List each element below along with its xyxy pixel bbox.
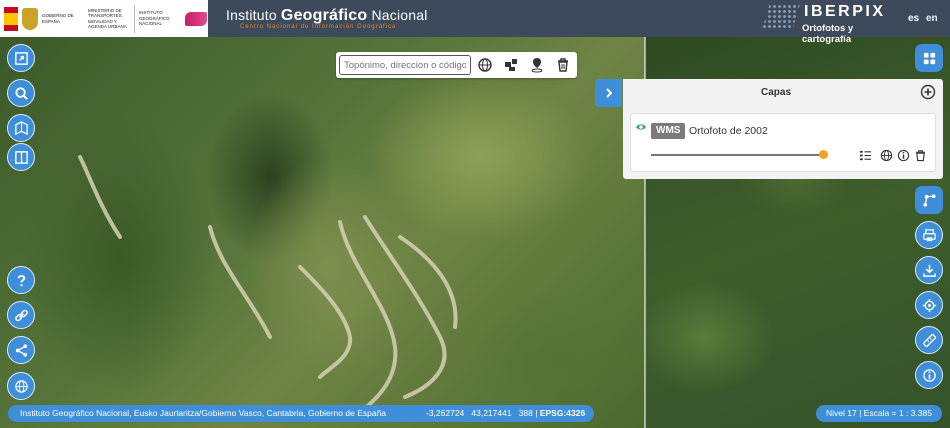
cadastre-icon[interactable] (503, 57, 519, 73)
locate-button[interactable] (915, 291, 943, 319)
layer-info-icon[interactable] (897, 149, 910, 162)
coord-sep: | (535, 408, 538, 418)
iberpix-logo[interactable]: IBERPIX Ortofotos y cartografía (762, 2, 897, 45)
route-button[interactable] (915, 186, 943, 214)
scale-indicator: Nivel 17 | Escala = 1 : 3.385 (816, 405, 942, 422)
coord-epsg[interactable]: EPSG:4326 (540, 408, 585, 418)
ign-logo-icon (185, 11, 207, 26)
chevron-right-icon (605, 88, 612, 98)
legend-icon[interactable] (859, 149, 872, 162)
ign-title-pre: Instituto (226, 7, 281, 23)
search-toolbar (336, 52, 577, 78)
search-icon (14, 86, 28, 100)
layer-type-badge: WMS (651, 123, 686, 139)
ign-title[interactable]: Instituto Geográfico Nacional (226, 7, 428, 25)
coord-alt: 388 (518, 408, 533, 418)
layer-name: Ortofoto de 2002 (689, 125, 768, 137)
attribution-bar: Instituto Geográfico Nacional, Eusko Jau… (8, 405, 594, 422)
coordinates-pin-icon[interactable] (529, 57, 545, 73)
trash-icon[interactable] (555, 57, 571, 73)
share-button[interactable] (7, 336, 35, 364)
share-icon (15, 343, 27, 357)
opacity-slider[interactable] (651, 154, 823, 156)
locate-icon (922, 298, 936, 312)
ministry-label: Ministerio de Transportes, Movilidad y A… (88, 7, 127, 30)
map-book-button[interactable] (7, 114, 35, 142)
ign-title-post: Nacional (367, 7, 428, 23)
add-layer-icon[interactable] (920, 84, 936, 100)
link-button[interactable] (7, 301, 35, 329)
logo-separator (134, 4, 135, 33)
route-icon (922, 193, 936, 207)
app-header: Gobierno de España Ministerio de Transpo… (0, 0, 950, 45)
print-icon (922, 228, 936, 241)
split-view-icon (14, 150, 28, 164)
print-button[interactable] (915, 221, 943, 249)
ign-subtitle: Centro Nacional de Información Geográfic… (240, 24, 397, 30)
layer-delete-icon[interactable] (914, 149, 927, 162)
apps-grid-icon (923, 52, 935, 64)
help-icon (17, 274, 25, 286)
globe-button[interactable] (7, 372, 35, 400)
gov-label: Gobierno de España (42, 13, 74, 24)
attribution-text: Instituto Geográfico Nacional, Eusko Jau… (20, 408, 387, 418)
app-tagline: Ortofotos y cartografía (802, 23, 854, 45)
spain-crest-icon (22, 7, 38, 30)
info-button[interactable] (915, 361, 943, 389)
search-button[interactable] (7, 79, 35, 107)
cursor-coordinates: -3,262724 43,217441 388 | EPSG:4326 (426, 405, 585, 422)
split-view-button[interactable] (7, 143, 35, 171)
help-button[interactable] (7, 266, 35, 294)
measure-icon (922, 333, 936, 347)
lang-en-link[interactable]: en (926, 13, 938, 24)
download-button[interactable] (915, 256, 943, 284)
map-book-icon (14, 120, 28, 135)
coord-lon: -3,262724 (426, 408, 465, 418)
layer-item: WMS Ortofoto de 2002 (630, 113, 936, 172)
opacity-slider-handle[interactable] (819, 150, 828, 159)
coord-lat: 43,217441 (471, 408, 512, 418)
layers-panel-toggle[interactable] (595, 79, 622, 107)
spain-flag-icon (4, 6, 18, 31)
link-icon (14, 309, 28, 321)
ign-title-bold: Geográfico (280, 7, 368, 24)
download-icon (922, 264, 936, 277)
search-input[interactable] (339, 55, 471, 75)
info-icon (922, 368, 936, 382)
ign-mini-label: Instituto Geográfico Nacional (139, 10, 170, 27)
layer-globe-icon[interactable] (880, 149, 893, 162)
visibility-eye-icon[interactable] (635, 122, 647, 132)
app-name: IBERPIX (804, 3, 886, 20)
apps-grid-button[interactable] (915, 44, 943, 72)
layers-panel: Capas WMS Ortofoto de 2002 (623, 79, 943, 179)
home-extent-button[interactable] (7, 44, 35, 72)
measure-button[interactable] (915, 326, 943, 354)
lang-es-link[interactable]: es (908, 13, 919, 24)
iberpix-dots-icon (762, 4, 800, 30)
home-extent-icon (14, 51, 28, 65)
government-logos[interactable]: Gobierno de España Ministerio de Transpo… (0, 0, 208, 37)
globe-icon (14, 379, 28, 393)
globe-search-icon[interactable] (477, 57, 493, 73)
layers-panel-title: Capas (760, 87, 791, 98)
